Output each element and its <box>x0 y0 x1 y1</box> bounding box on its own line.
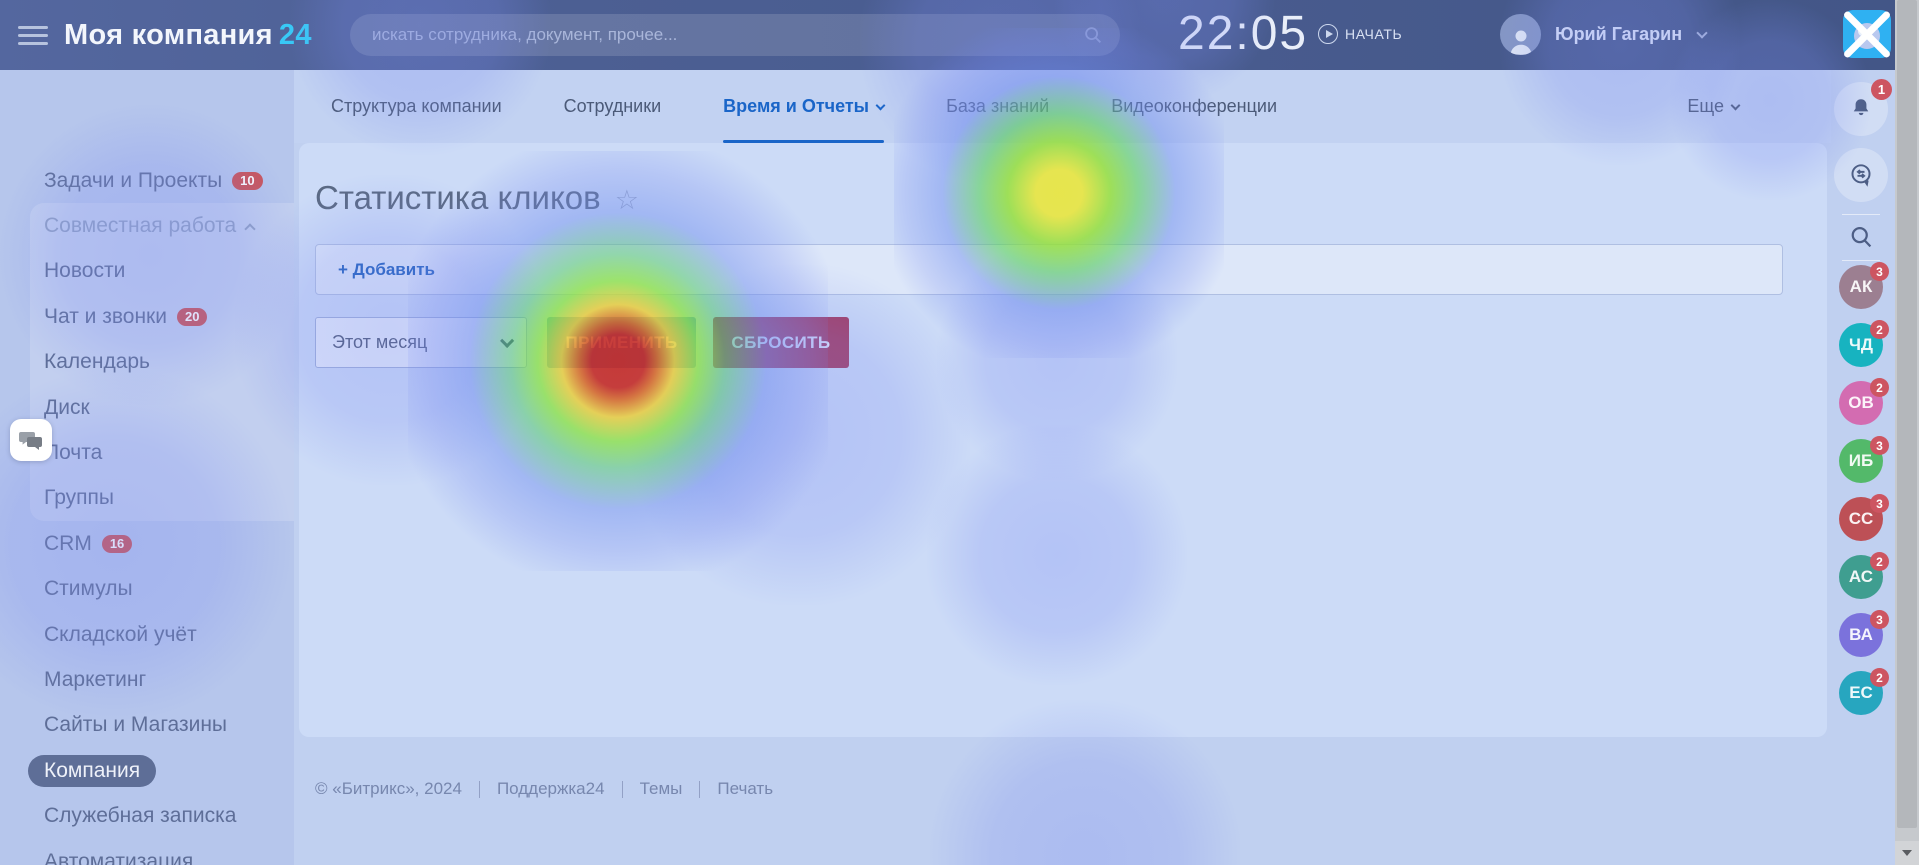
chevron-down-icon <box>876 101 886 111</box>
reset-button[interactable]: СБРОСИТЬ <box>713 317 849 368</box>
active-tab-underline <box>723 140 884 143</box>
notifications-button[interactable]: 1 <box>1834 82 1888 136</box>
colleague-avatar[interactable]: ЕС 2 <box>1839 671 1883 715</box>
message-count-badge: 3 <box>1870 436 1889 455</box>
message-count-badge: 2 <box>1870 320 1889 339</box>
sidebar-group-collaboration[interactable]: Совместная работа <box>0 203 294 248</box>
period-value: Этот месяц <box>332 332 427 353</box>
sidebar-item-marketing[interactable]: Маркетинг <box>0 657 294 702</box>
top-menu-tabs: Структура компании Сотрудники Время и От… <box>294 70 1831 143</box>
bubble-arrows-icon <box>1847 161 1875 189</box>
sidebar-item-incentives[interactable]: Стимулы <box>0 567 294 612</box>
logo-text: Моя компания <box>64 19 273 51</box>
sidebar-item-calendar[interactable]: Календарь <box>0 340 294 385</box>
tab-company-structure[interactable]: Структура компании <box>331 70 502 143</box>
user-name: Юрий Гагарин <box>1555 24 1682 45</box>
logo-24: 24 <box>279 19 312 51</box>
footer-link-support[interactable]: Поддержка24 <box>497 779 605 799</box>
page-title: Статистика кликов <box>315 179 601 217</box>
colleague-avatar[interactable]: СС 3 <box>1839 497 1883 541</box>
bell-icon <box>1848 96 1874 122</box>
vertical-scrollbar[interactable] <box>1895 0 1919 865</box>
scrollbar-down-button[interactable] <box>1895 841 1919 865</box>
user-menu[interactable]: Юрий Гагарин <box>1500 14 1706 55</box>
footer-link-print[interactable]: Печать <box>717 779 773 799</box>
counter-badge: 10 <box>232 172 262 190</box>
counter-badge: 20 <box>177 308 207 326</box>
right-rail: 1 АК 3 ЧД 2 ОВ 2 ИБ 3 СС 3 АС 2 <box>1827 70 1895 865</box>
app-logo[interactable]: Моя компания24 <box>64 19 312 52</box>
tab-video-conferences[interactable]: Видеоконференции <box>1111 70 1277 143</box>
message-count-badge: 2 <box>1870 378 1889 397</box>
sidebar-item-memo[interactable]: Служебная записка <box>0 793 294 838</box>
colleague-avatar[interactable]: АС 2 <box>1839 555 1883 599</box>
tab-employees[interactable]: Сотрудники <box>564 70 662 143</box>
sidebar-item-tasks[interactable]: Задачи и Проекты 10 <box>0 158 294 203</box>
sidebar-item-automation[interactable]: Автоматизация <box>0 839 294 865</box>
tab-time-reports[interactable]: Время и Отчеты <box>723 70 884 143</box>
colleague-avatar[interactable]: ЧД 2 <box>1839 323 1883 367</box>
play-icon <box>1318 24 1338 44</box>
chevron-up-icon <box>244 223 255 234</box>
period-select[interactable]: Этот месяц <box>315 317 527 368</box>
arrow-down-icon <box>1902 850 1912 856</box>
chevron-down-icon <box>1696 27 1707 38</box>
favorite-star-icon[interactable]: ☆ <box>615 187 639 214</box>
rail-search-button[interactable] <box>1846 222 1876 252</box>
sidebar-item-news[interactable]: Новости <box>0 249 294 294</box>
sidebar-item-crm[interactable]: CRM 16 <box>0 521 294 566</box>
divider <box>1842 214 1880 215</box>
sidebar-item-inventory[interactable]: Складской учёт <box>0 612 294 657</box>
message-count-badge: 3 <box>1870 262 1889 281</box>
sidebar-item-sites[interactable]: Сайты и Магазины <box>0 703 294 748</box>
helpdesk-close-button[interactable] <box>1843 10 1891 58</box>
start-workday-button[interactable]: НАЧАТЬ <box>1318 24 1402 44</box>
hamburger-menu-icon[interactable] <box>18 21 48 50</box>
chat-bubbles-icon <box>18 428 44 452</box>
colleague-avatar[interactable]: АК 3 <box>1839 265 1883 309</box>
user-avatar <box>1500 14 1541 55</box>
counter-badge: 16 <box>102 535 132 553</box>
activity-stream-button[interactable] <box>1834 148 1888 202</box>
chevron-down-icon <box>500 333 514 347</box>
main-area: Структура компании Сотрудники Время и От… <box>294 70 1831 865</box>
apply-button[interactable]: ПРИМЕНИТЬ <box>547 317 696 368</box>
content-card: Статистика кликов ☆ + Добавить Этот меся… <box>299 143 1827 737</box>
person-icon <box>1506 27 1536 55</box>
search-icon <box>1082 24 1104 46</box>
selected-item-pill: Компания <box>28 755 156 787</box>
filter-add-bar: + Добавить <box>315 244 1783 295</box>
notification-badge: 1 <box>1871 79 1892 100</box>
colleague-avatar[interactable]: ОВ 2 <box>1839 381 1883 425</box>
work-timer-clock[interactable]: 22:05 <box>1178 6 1308 61</box>
left-sidebar: Задачи и Проекты 10 Совместная работа Но… <box>0 70 294 865</box>
top-bar: Моя компания24 22:05 НАЧАТЬ Юрий Гагарин <box>0 0 1895 70</box>
page-footer: © «Битрикс», 2024 Поддержка24 Темы Печат… <box>315 779 1831 799</box>
message-count-badge: 2 <box>1870 668 1889 687</box>
colleague-avatar[interactable]: ИБ 3 <box>1839 439 1883 483</box>
footer-link-themes[interactable]: Темы <box>640 779 683 799</box>
message-count-badge: 2 <box>1870 552 1889 571</box>
add-filter-button[interactable]: + Добавить <box>338 260 435 280</box>
global-search <box>350 14 1120 56</box>
divider <box>1842 260 1880 261</box>
tab-knowledge-base[interactable]: База знаний <box>946 70 1049 143</box>
message-count-badge: 3 <box>1870 494 1889 513</box>
start-label: НАЧАТЬ <box>1345 26 1402 42</box>
search-input[interactable] <box>350 25 1120 45</box>
copyright-text: © «Битрикс», 2024 <box>315 779 462 799</box>
sidebar-item-groups[interactable]: Группы <box>0 476 294 521</box>
sidebar-item-company[interactable]: Компания <box>0 748 294 793</box>
scrollbar-thumb[interactable] <box>1897 0 1917 828</box>
message-count-badge: 3 <box>1870 610 1889 629</box>
colleague-avatar[interactable]: ВА 3 <box>1839 613 1883 657</box>
floating-chat-button[interactable] <box>10 419 52 461</box>
tab-more[interactable]: Еще <box>1687 70 1739 143</box>
chevron-down-icon <box>1731 101 1741 111</box>
search-icon <box>1846 222 1876 252</box>
sidebar-item-chat[interactable]: Чат и звонки 20 <box>0 294 294 339</box>
